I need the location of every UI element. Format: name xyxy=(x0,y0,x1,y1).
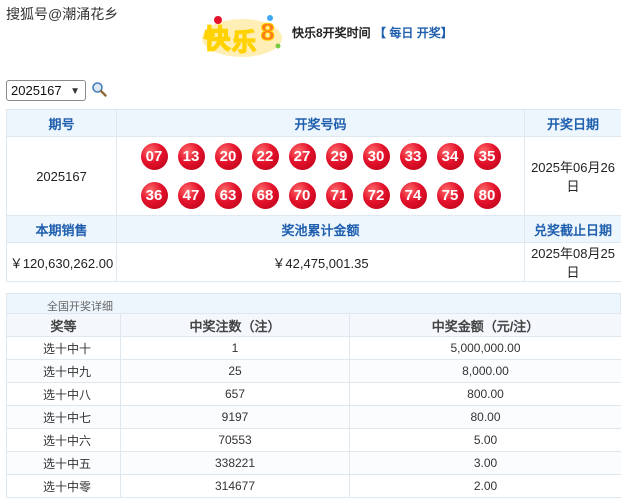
draw-date-value: 2025年06月26日 xyxy=(524,136,621,216)
search-icon[interactable] xyxy=(91,81,107,97)
column-header-count: 中奖注数（注） xyxy=(120,313,350,337)
column-header-amount: 中奖金额（元/注） xyxy=(349,313,621,337)
prize-amount-cell: 8,000.00 xyxy=(349,359,621,383)
sales-value: ￥120,630,262.00 xyxy=(6,242,117,282)
issue-header: 期号 xyxy=(6,109,117,137)
number-ball: 47 xyxy=(177,182,205,209)
pool-value: ￥42,475,001.35 xyxy=(116,242,525,282)
prize-level-cell: 选十中十 xyxy=(6,336,121,360)
svg-text:快: 快 xyxy=(204,25,231,55)
prize-level-cell: 选十中九 xyxy=(6,359,121,383)
numbers-header: 开奖号码 xyxy=(116,109,525,137)
number-ball: 13 xyxy=(177,143,205,170)
table-row: 选十中七 9197 80.00 xyxy=(6,405,621,429)
issue-value: 2025167 xyxy=(6,136,117,216)
number-ball: 70 xyxy=(288,182,316,209)
table-row: 选十中五 338221 3.00 xyxy=(6,451,621,475)
winning-numbers: 07 13 20 22 27 29 30 33 34 35 36 47 63 68 70 71 72 74 75 80 xyxy=(116,136,525,216)
happy8-logo: 快 乐 8 xyxy=(202,15,282,57)
number-ball: 22 xyxy=(251,143,279,170)
draw-time-info: 快乐8开奖时间 【 每日 开奖】 xyxy=(292,24,453,41)
chevron-down-icon: ▼ xyxy=(70,86,80,97)
prize-amount-cell: 5,000,000.00 xyxy=(349,336,621,360)
draw-time-value: 【 每日 开奖】 xyxy=(374,26,453,40)
pool-header: 奖池累计金额 xyxy=(116,215,525,243)
prize-amount-cell: 2.00 xyxy=(349,474,621,498)
number-ball: 35 xyxy=(473,143,501,170)
prize-level-cell: 选十中八 xyxy=(6,382,121,406)
number-ball: 29 xyxy=(325,143,353,170)
prize-detail-table: 奖等 中奖注数（注） 中奖金额（元/注） 选十中十 1 5,000,000.00 选十… xyxy=(6,313,621,498)
watermark-text: 搜狐号@潮涌花乡 xyxy=(6,6,119,22)
number-ball: 74 xyxy=(399,182,427,209)
deadline-header: 兑奖截止日期 xyxy=(524,215,621,243)
number-ball: 72 xyxy=(362,182,390,209)
prize-amount-cell: 3.00 xyxy=(349,451,621,475)
number-ball: 34 xyxy=(436,143,464,170)
deadline-value: 2025年08月25日 xyxy=(524,242,621,282)
prize-level-cell: 选十中五 xyxy=(6,451,121,475)
winner-count-cell: 338221 xyxy=(120,451,350,475)
table-row: 选十中零 314677 2.00 xyxy=(6,474,621,498)
prize-amount-cell: 800.00 xyxy=(349,382,621,406)
winner-count-cell: 657 xyxy=(120,382,350,406)
number-ball: 80 xyxy=(473,182,501,209)
number-ball: 36 xyxy=(140,182,168,209)
number-ball: 63 xyxy=(214,182,242,209)
table-row: 选十中八 657 800.00 xyxy=(6,382,621,406)
number-ball: 71 xyxy=(325,182,353,209)
draw-time-label: 快乐8开奖时间 xyxy=(292,26,371,40)
draw-summary-table: 期号 开奖号码 开奖日期 2025167 07 13 20 22 27 29 30 33 34 3… xyxy=(6,109,621,282)
table-row: 选十中六 70553 5.00 xyxy=(6,428,621,452)
detail-caption-bar: 全国开奖详细 xyxy=(6,293,621,313)
issue-select[interactable]: 2025167 ▼ xyxy=(6,80,86,101)
winner-count-cell: 70553 xyxy=(120,428,350,452)
winner-count-cell: 9197 xyxy=(120,405,350,429)
prize-amount-cell: 80.00 xyxy=(349,405,621,429)
svg-text:乐: 乐 xyxy=(232,28,256,56)
issue-select-value: 2025167 xyxy=(11,83,62,98)
prize-level-cell: 选十中七 xyxy=(6,405,121,429)
number-ball: 75 xyxy=(436,182,464,209)
number-ball: 20 xyxy=(214,143,242,170)
sales-header: 本期销售 xyxy=(6,215,117,243)
column-header-level: 奖等 xyxy=(6,313,121,337)
number-ball: 27 xyxy=(288,143,316,170)
prize-amount-cell: 5.00 xyxy=(349,428,621,452)
winner-count-cell: 1 xyxy=(120,336,350,360)
prize-level-cell: 选十中六 xyxy=(6,428,121,452)
winner-count-cell: 25 xyxy=(120,359,350,383)
table-row: 选十中十 1 5,000,000.00 xyxy=(6,336,621,360)
table-row: 选十中九 25 8,000.00 xyxy=(6,359,621,383)
detail-caption: 全国开奖详细 xyxy=(47,301,113,313)
number-ball: 30 xyxy=(362,143,390,170)
prize-level-cell: 选十中零 xyxy=(6,474,121,498)
date-header: 开奖日期 xyxy=(524,109,621,137)
number-ball: 68 xyxy=(251,182,279,209)
winner-count-cell: 314677 xyxy=(120,474,350,498)
number-ball: 07 xyxy=(140,143,168,170)
number-ball: 33 xyxy=(399,143,427,170)
svg-text:8: 8 xyxy=(260,21,275,46)
